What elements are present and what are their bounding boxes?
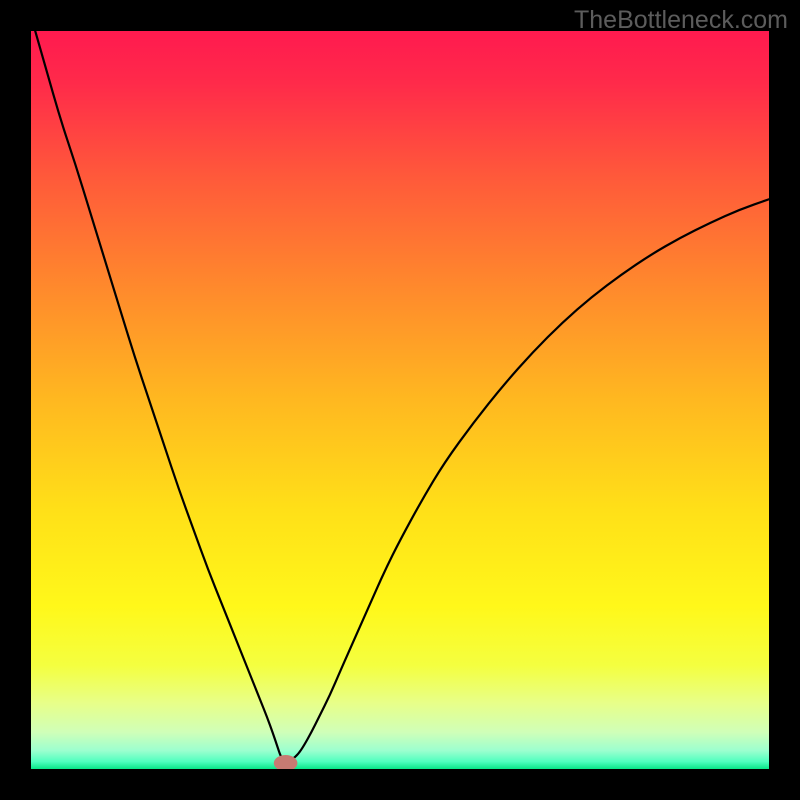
plot-area [31,31,769,769]
watermark-text: TheBottleneck.com [574,6,788,35]
chart-canvas [31,31,769,769]
gradient-background [31,31,769,769]
chart-frame: TheBottleneck.com [0,0,800,800]
